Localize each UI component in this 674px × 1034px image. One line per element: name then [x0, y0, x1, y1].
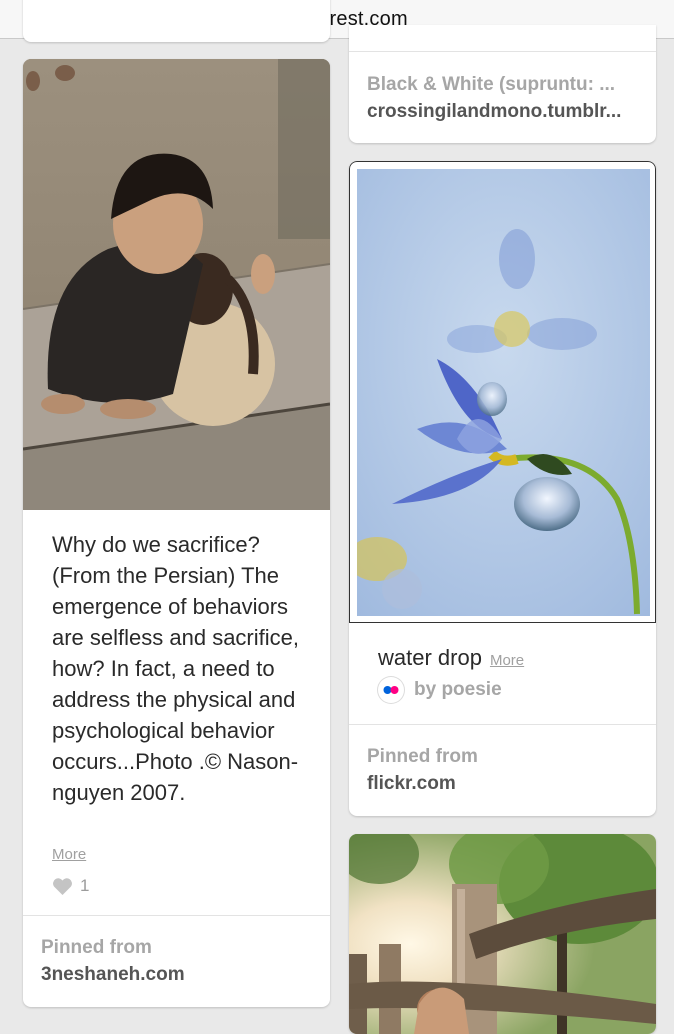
children-embracing-photo[interactable] — [23, 59, 330, 510]
pin-source[interactable]: crossingilandmono.tumblr... — [367, 101, 621, 123]
provider-text: by poesie — [414, 679, 502, 700]
sunlit-fence-girl-photo[interactable] — [349, 834, 656, 1034]
provider-row[interactable]: by poesie — [378, 677, 502, 703]
pin-card-black-white[interactable]: Black & White (supruntu: ... crossingila… — [349, 25, 656, 143]
more-link[interactable]: More — [490, 652, 524, 669]
pinned-from-label: Pinned from — [367, 746, 478, 767]
pin-title-row: water drop More — [378, 645, 524, 671]
pin-title: Black & White (supruntu: ... — [367, 74, 616, 95]
pin-description: Why do we sacrifice? (From the Persian) … — [52, 532, 299, 805]
pin-card-sacrifice[interactable]: Why do we sacrifice? (From the Persian) … — [23, 59, 330, 1007]
flickr-icon — [378, 677, 404, 703]
like-count: 1 — [80, 876, 90, 895]
pinned-from-label: Pinned from — [41, 937, 152, 958]
pin-card-partial[interactable] — [23, 0, 330, 42]
pinned-from-section[interactable]: Pinned from 3neshaneh.com — [23, 915, 330, 1007]
pin-card-water-drop[interactable]: water drop More by poesie Pinned from fl… — [349, 161, 656, 816]
heart-icon — [52, 877, 73, 896]
blue-flower-water-drop-photo[interactable] — [349, 161, 656, 623]
more-link[interactable]: More — [52, 846, 86, 863]
pinned-from-section[interactable]: Pinned from flickr.com — [349, 724, 656, 816]
pin-title: water drop — [378, 645, 482, 670]
pin-card-sunlit-fence[interactable] — [349, 834, 656, 1034]
pinned-source[interactable]: flickr.com — [367, 773, 456, 795]
like-count-row[interactable]: 1 — [52, 876, 89, 896]
pinned-source[interactable]: 3neshaneh.com — [41, 964, 185, 986]
